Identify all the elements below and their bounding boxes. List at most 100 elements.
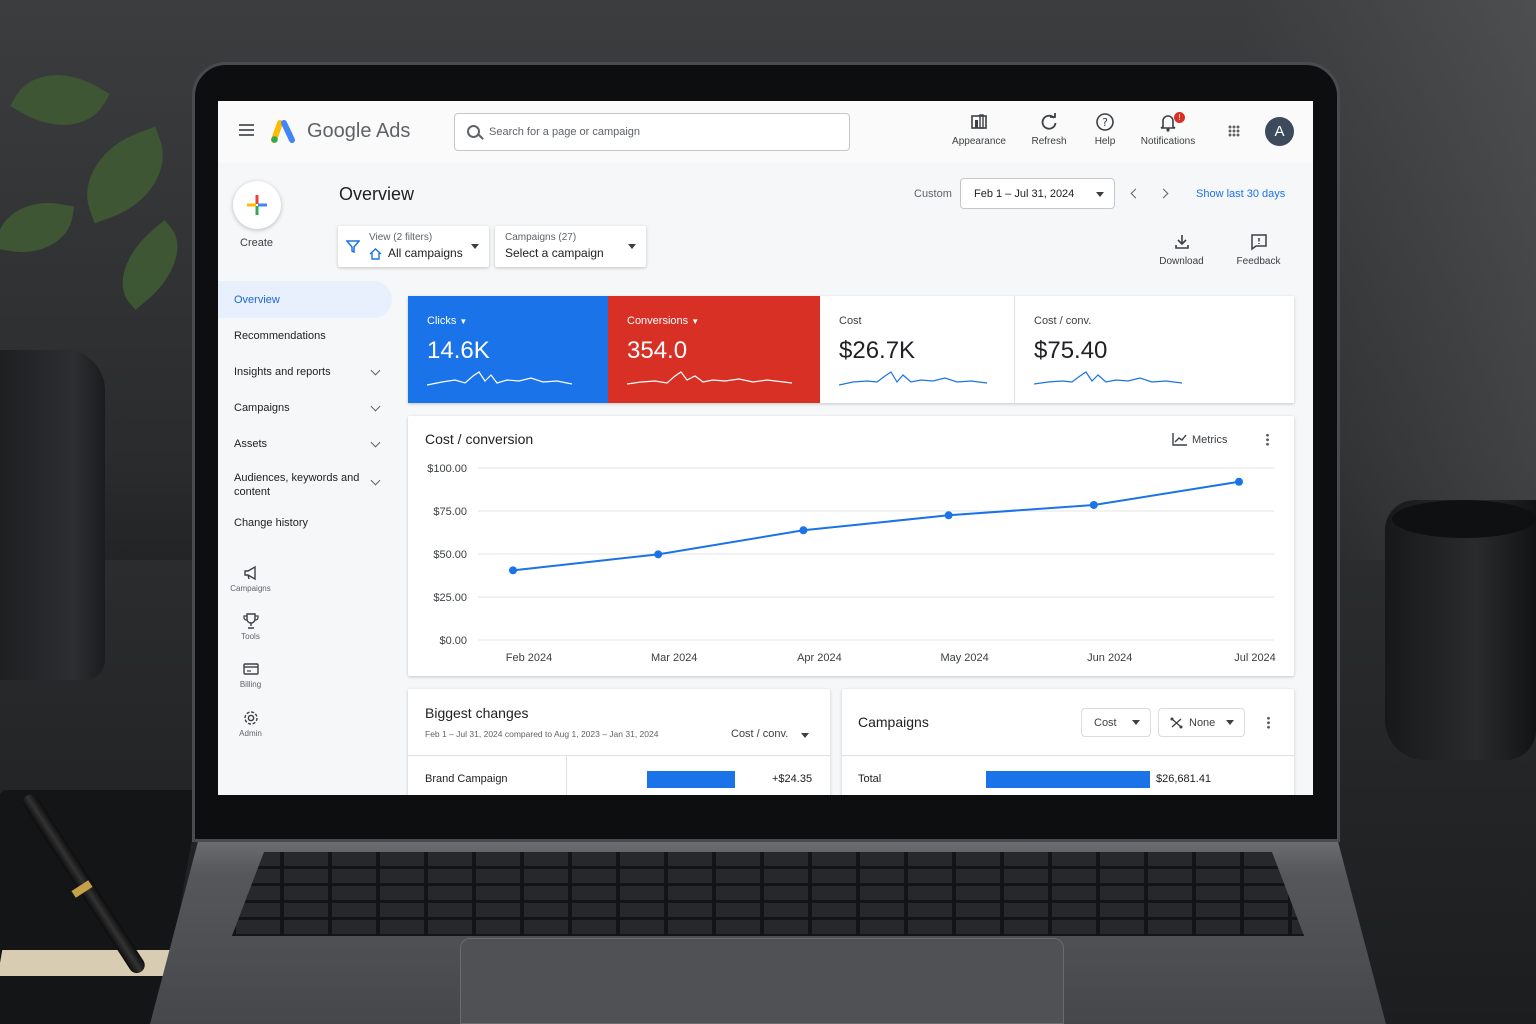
appearance-button[interactable]: Appearance	[946, 111, 1012, 147]
kpi-conversions[interactable]: Conversions ▼ 354.0	[608, 296, 820, 403]
kpi-conversions-sparkline	[627, 371, 793, 385]
y-tick-label: $25.00	[433, 592, 467, 604]
caret-down-icon[interactable]	[801, 733, 809, 738]
download-icon	[1174, 235, 1189, 249]
download-label: Download	[1159, 256, 1204, 267]
more-options-icon[interactable]	[1267, 716, 1270, 729]
sidebar-item-assets[interactable]: Assets	[234, 438, 267, 450]
download-button[interactable]: Download	[1154, 233, 1209, 267]
campaigns-metric-select[interactable]: Cost	[1081, 708, 1151, 737]
chevron-down-icon[interactable]	[370, 401, 381, 412]
data-point	[1089, 500, 1098, 509]
campaigns-metric-value: Cost	[1094, 717, 1117, 729]
view-filter-count: View (2 filters)	[369, 232, 433, 243]
kpi-clicks[interactable]: Clicks ▼ 14.6K	[408, 296, 608, 403]
metrics-button[interactable]: Metrics	[1172, 432, 1227, 446]
chevron-down-icon[interactable]	[370, 437, 381, 448]
apps-grid-icon[interactable]	[1228, 125, 1240, 137]
divider	[566, 755, 567, 795]
refresh-label: Refresh	[1031, 136, 1067, 147]
kpi-cost-value: $26.7K	[839, 337, 916, 364]
sidebar-item-change-history[interactable]: Change history	[234, 517, 308, 529]
biggest-changes-title: Biggest changes	[425, 705, 529, 721]
campaign-filter[interactable]: Campaigns (27) Select a campaign	[495, 226, 646, 267]
metrics-label: Metrics	[1192, 434, 1228, 446]
y-tick-label: $75.00	[433, 506, 467, 518]
y-tick-label: $0.00	[439, 635, 467, 647]
search-input[interactable]: Search for a page or campaign	[454, 113, 850, 151]
google-ads-logo-icon	[271, 120, 295, 143]
kpi-cost-per-conv-label: Cost / conv.	[1034, 315, 1092, 327]
side-tool-tools-label: Tools	[241, 632, 260, 641]
screen: Google Ads Search for a page or campaign…	[218, 101, 1313, 795]
view-filter[interactable]: View (2 filters) All campaigns	[338, 226, 489, 267]
show-last-30-days-link[interactable]: Show last 30 days	[1196, 188, 1285, 200]
biggest-changes-metric: Cost / conv.	[731, 728, 789, 740]
create-button[interactable]	[233, 181, 281, 229]
campaigns-segment-select[interactable]: None	[1158, 708, 1245, 737]
search-placeholder: Search for a page or campaign	[489, 126, 641, 138]
kpi-cost-per-conv[interactable]: Cost / conv. $75.40	[1015, 296, 1294, 403]
x-tick-label: Apr 2024	[797, 652, 842, 664]
campaign-filter-value: Select a campaign	[505, 246, 604, 260]
svg-text:?: ?	[1102, 116, 1108, 129]
side-tool-campaigns[interactable]: Campaigns	[228, 564, 273, 593]
segment-icon	[1170, 717, 1183, 729]
campaigns-card: Campaigns Cost None Total $26,681.41	[842, 689, 1294, 795]
line-chart-icon	[1172, 433, 1187, 446]
next-period-icon[interactable]	[1158, 188, 1169, 199]
create-label: Create	[240, 237, 274, 249]
refresh-button[interactable]: Refresh	[1024, 111, 1074, 147]
biggest-changes-card: Biggest changes Feb 1 – Jul 31, 2024 com…	[408, 689, 830, 795]
chevron-down-icon[interactable]	[370, 365, 381, 376]
campaigns-card-title: Campaigns	[858, 714, 929, 730]
previous-period-icon[interactable]	[1130, 188, 1141, 199]
side-tool-admin[interactable]: Admin	[228, 709, 273, 738]
line-chart: $100.00 $75.00 $50.00 $25.00 $0.00 Feb 2024 Ma…	[427, 463, 1276, 664]
feedback-icon	[1250, 234, 1267, 251]
feedback-button[interactable]: Feedback	[1232, 233, 1285, 267]
table-row-change: +$24.35	[772, 773, 813, 785]
divider	[842, 755, 1294, 756]
y-tick-label: $50.00	[433, 549, 467, 561]
kpi-cost[interactable]: Cost $26.7K	[820, 296, 1015, 403]
campaigns-segment-value: None	[1189, 717, 1216, 729]
plant-pot	[0, 350, 105, 680]
side-tool-billing[interactable]: Billing	[228, 660, 273, 689]
sidebar-item-campaigns[interactable]: Campaigns	[234, 402, 290, 414]
plus-icon	[247, 195, 267, 215]
biggest-changes-metric-select[interactable]: Cost / conv.	[731, 728, 788, 740]
laptop-keyboard	[232, 852, 1304, 936]
billing-icon	[242, 663, 259, 675]
chevron-down-icon[interactable]	[370, 475, 381, 486]
date-mode-label: Custom	[914, 188, 952, 200]
hamburger-menu-icon[interactable]	[239, 124, 254, 136]
appearance-label: Appearance	[952, 136, 1006, 147]
kpi-cost-label: Cost	[839, 315, 862, 327]
side-tool-tools[interactable]: Tools	[228, 612, 273, 641]
caret-down-icon	[1132, 720, 1140, 725]
appearance-icon	[971, 114, 987, 129]
notifications-button[interactable]: Notifications	[1136, 111, 1200, 147]
data-point	[1235, 477, 1243, 486]
x-tick-label: Mar 2024	[651, 652, 697, 664]
notebook-pages	[0, 950, 183, 976]
caret-down-icon	[1096, 192, 1104, 197]
top-bar: Google Ads Search for a page or campaign…	[218, 101, 1313, 163]
x-tick-label: Feb 2024	[506, 652, 552, 664]
x-tick-label: May 2024	[940, 652, 988, 664]
kpi-clicks-sparkline	[427, 371, 573, 386]
plant-leaf	[0, 194, 75, 261]
sidebar-item-recommendations[interactable]: Recommendations	[234, 330, 326, 342]
avatar[interactable]: A	[1265, 117, 1294, 146]
cost-bar	[986, 771, 1150, 788]
more-options-icon[interactable]	[1266, 433, 1269, 446]
plant-leaf	[103, 220, 197, 310]
caret-down-icon	[1226, 720, 1234, 725]
date-range-select[interactable]: Feb 1 – Jul 31, 2024	[960, 178, 1115, 209]
plant-leaf	[10, 54, 110, 146]
sidebar-item-audiences[interactable]: Audiences, keywords and content	[234, 471, 364, 499]
sidebar-item-insights[interactable]: Insights and reports	[234, 366, 331, 378]
help-button[interactable]: ? Help	[1086, 111, 1124, 147]
kpi-scorecards: Clicks ▼ 14.6K Conversions ▼ 354.0 Cost …	[408, 296, 1294, 403]
